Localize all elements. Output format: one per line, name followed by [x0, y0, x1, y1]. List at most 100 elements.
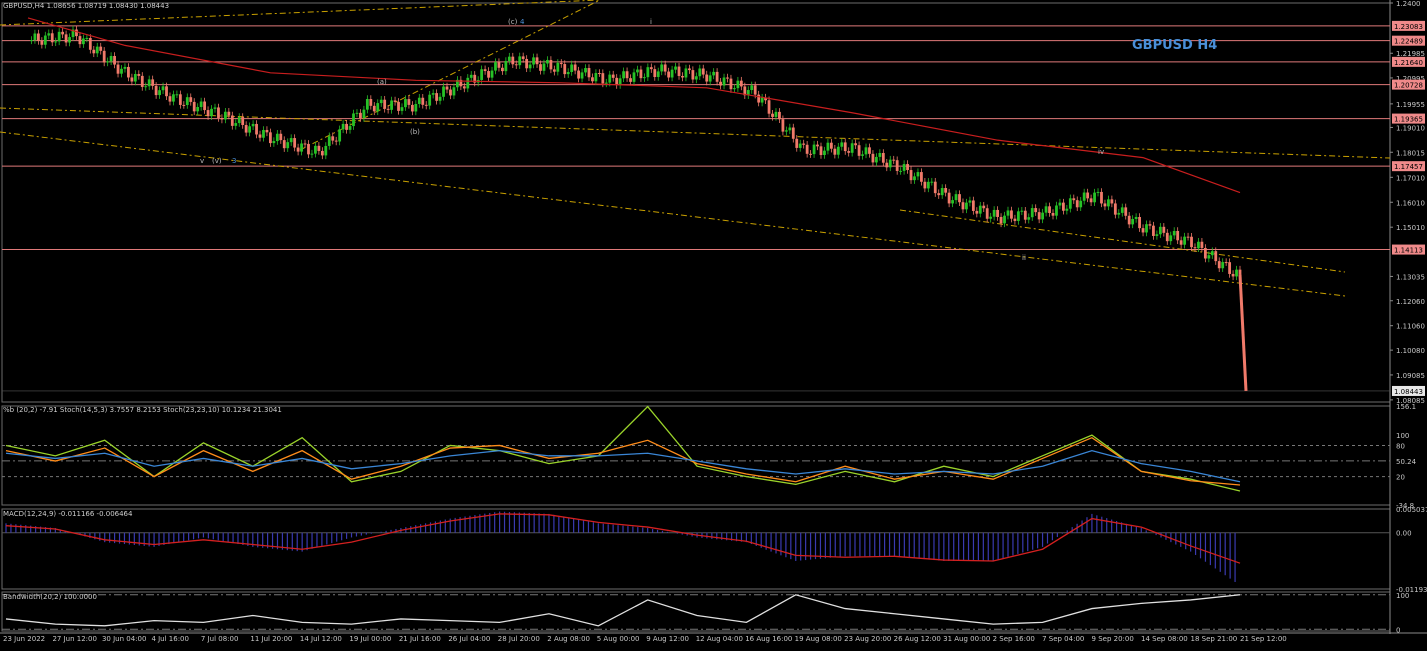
candle-body: [265, 129, 269, 133]
candle-body: [881, 152, 885, 163]
price-tick-label: 1.10080: [1396, 347, 1425, 355]
price-tick-label: 1.15010: [1396, 224, 1425, 232]
candle-body: [227, 111, 231, 116]
candle-body: [916, 172, 920, 177]
candle-body: [1210, 251, 1214, 256]
oscillator-tick-label: 100: [1396, 432, 1409, 440]
time-axis-label: 27 Jun 12:00: [52, 635, 96, 643]
candle-body: [847, 151, 851, 153]
candle-body: [698, 68, 702, 77]
candle-body: [1079, 200, 1083, 208]
candle-body: [1068, 198, 1072, 209]
candle-body: [868, 147, 871, 154]
candle-body: [1158, 226, 1162, 235]
bandwidth-panel-header: Bandwidth(20,2) 100.0000: [3, 593, 97, 601]
candle-body: [289, 138, 293, 143]
candle-body: [892, 159, 896, 161]
candle-body: [1162, 226, 1166, 233]
candle-body: [940, 188, 944, 196]
candle-body: [407, 99, 411, 105]
candle-body: [514, 64, 518, 66]
candle-body: [497, 62, 501, 68]
candle-body: [597, 73, 601, 75]
time-axis-label: 2 Aug 08:00: [547, 635, 590, 643]
candle-body: [674, 66, 677, 70]
candle-body: [975, 210, 979, 214]
candle-body: [469, 74, 473, 78]
candle-body: [767, 100, 771, 114]
macd-panel-header: MACD(12,24,9) -0.011166 -0.006464: [3, 510, 133, 518]
candle-body: [1131, 218, 1135, 225]
candle-body: [116, 64, 120, 74]
candle-body: [40, 40, 44, 45]
candle-body: [1065, 208, 1069, 211]
candle-body: [397, 101, 400, 111]
candle-body: [649, 67, 653, 70]
symbol-watermark: GBPUSD H4: [1132, 38, 1218, 53]
wave-label: (b): [410, 128, 420, 136]
candle-body: [992, 209, 996, 217]
level-price-label: 1.21640: [1394, 59, 1423, 67]
candle-body: [843, 142, 847, 152]
candle-body: [435, 93, 439, 101]
candle-body: [213, 107, 217, 109]
price-tick-label: 1.2400: [1396, 0, 1421, 8]
candle-body: [774, 111, 778, 117]
candle-body: [272, 141, 276, 144]
candle-body: [383, 99, 387, 109]
time-axis-label: 5 Aug 00:00: [597, 635, 640, 643]
candle-body: [442, 86, 445, 97]
time-axis-label: 26 Jul 04:00: [448, 635, 490, 643]
mt4-chart-window[interactable]: 1.2400 1.21985 1.20995 1.19955 1.19010 1.1801…: [0, 0, 1427, 647]
candle-body: [1023, 210, 1027, 220]
candle-body: [528, 64, 532, 69]
candle-body: [1089, 198, 1093, 203]
candle-body: [47, 33, 51, 36]
candle-body: [878, 152, 882, 157]
candle-body: [778, 111, 781, 120]
level-price-label: 1.22489: [1394, 38, 1423, 46]
candle-body: [466, 77, 470, 89]
candle-body: [618, 78, 622, 86]
candle-body: [525, 58, 529, 69]
candle-body: [1006, 210, 1010, 216]
candle-body: [327, 136, 331, 146]
candle-body: [355, 112, 359, 114]
panel-frame-macd: [1, 508, 1391, 590]
candle-body: [438, 96, 442, 101]
chart-canvas[interactable]: 1.24001.219851.209951.199551.190101.1801…: [0, 0, 1427, 647]
candle-body: [147, 79, 151, 87]
candle-body: [359, 112, 362, 118]
candle-body: [320, 150, 324, 156]
level-price-label: 1.19365: [1394, 116, 1423, 124]
candle-body: [341, 123, 345, 130]
candle-body: [563, 64, 567, 75]
candle-body: [688, 68, 691, 71]
candle-body: [999, 216, 1003, 224]
panel-frame-price: [1, 2, 1391, 403]
wave-label: iv: [1098, 148, 1104, 156]
candle-body: [1086, 192, 1090, 199]
candle-body: [494, 62, 497, 71]
candle-body: [784, 130, 788, 132]
candle-body: [54, 41, 58, 43]
candle-body: [189, 97, 193, 102]
candle-body: [324, 145, 328, 156]
candle-body: [542, 63, 546, 71]
price-tick-label: 1.17010: [1396, 174, 1425, 182]
candle-body: [372, 105, 376, 112]
time-axis-label: 21 Sep 12:00: [1240, 635, 1287, 643]
candle-body: [255, 123, 258, 135]
candle-body: [262, 129, 265, 138]
candle-body: [771, 113, 774, 117]
candle-body: [168, 96, 172, 102]
candle-body: [348, 126, 352, 130]
candle-body: [920, 172, 923, 182]
candle-body: [127, 66, 130, 78]
candle-body: [1224, 262, 1228, 264]
candle-body: [829, 142, 833, 149]
oscillator-tick-label: 20: [1396, 474, 1405, 482]
candle-body: [258, 134, 262, 138]
candle-body: [178, 94, 182, 105]
panel-frame-osc: [1, 405, 1391, 506]
